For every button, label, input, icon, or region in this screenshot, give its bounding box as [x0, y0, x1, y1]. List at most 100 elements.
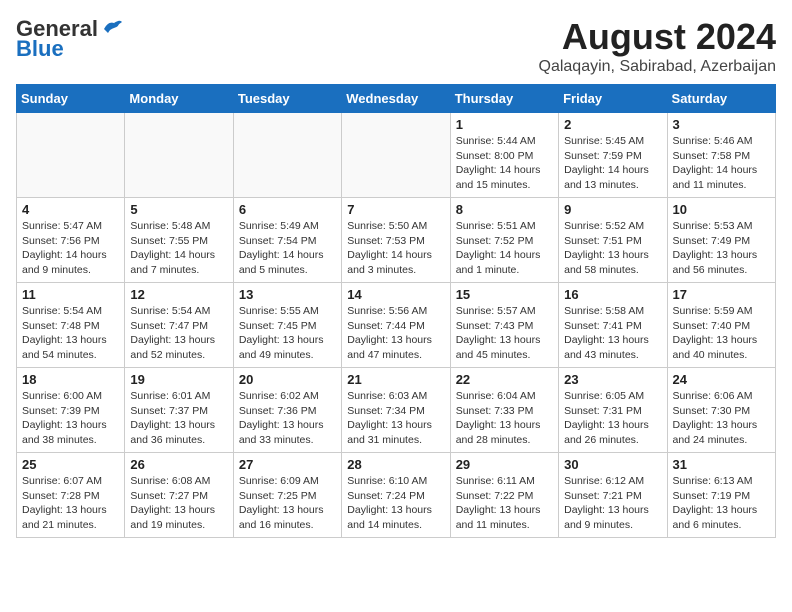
day-number: 8 [456, 202, 553, 217]
day-number: 18 [22, 372, 119, 387]
day-info-line: and 43 minutes. [564, 348, 661, 363]
day-info-line: Daylight: 14 hours [564, 163, 661, 178]
day-info-line: Sunrise: 6:06 AM [673, 389, 770, 404]
day-info-line: Sunrise: 5:53 AM [673, 219, 770, 234]
day-info-line: Daylight: 13 hours [564, 248, 661, 263]
calendar-cell: 25Sunrise: 6:07 AMSunset: 7:28 PMDayligh… [17, 453, 125, 538]
day-info-line: and 5 minutes. [239, 263, 336, 278]
day-info-line: Daylight: 13 hours [564, 333, 661, 348]
day-info-line: Sunrise: 5:54 AM [130, 304, 227, 319]
day-info-line: Sunrise: 6:00 AM [22, 389, 119, 404]
calendar-cell: 5Sunrise: 5:48 AMSunset: 7:55 PMDaylight… [125, 198, 233, 283]
calendar-cell: 29 Sunrise: 6:11 AMSunset: 7:22 PMDayligh… [450, 453, 558, 538]
day-number: 26 [130, 457, 227, 472]
day-info-line: Daylight: 13 hours [239, 333, 336, 348]
calendar-table: SundayMondayTuesdayWednesdayThursdayFrid… [16, 84, 776, 538]
calendar-cell: 7Sunrise: 5:50 AMSunset: 7:53 PMDaylight… [342, 198, 450, 283]
day-info-line: and 58 minutes. [564, 263, 661, 278]
calendar-cell: 15Sunrise: 5:57 AMSunset: 7:43 PMDayligh… [450, 283, 558, 368]
day-info-line: Sunset: 7:28 PM [22, 489, 119, 504]
day-info-line: and 21 minutes. [22, 518, 119, 533]
day-info-line: Sunrise: 6:04 AM [456, 389, 553, 404]
day-info-line: Sunset: 7:31 PM [564, 404, 661, 419]
day-info-line: Daylight: 13 hours [673, 418, 770, 433]
day-info-line: and 7 minutes. [130, 263, 227, 278]
calendar-cell: 27Sunrise: 6:09 AMSunset: 7:25 PMDayligh… [233, 453, 341, 538]
calendar-cell: 24Sunrise: 6:06 AMSunset: 7:30 PMDayligh… [667, 368, 775, 453]
day-info-line: and 52 minutes. [130, 348, 227, 363]
day-info-line: Daylight: 13 hours [456, 503, 553, 518]
day-info-line: Sunrise: 6:13 AM [673, 474, 770, 489]
calendar-week-row: 4Sunrise: 5:47 AMSunset: 7:56 PMDaylight… [17, 198, 776, 283]
calendar-cell: 2Sunrise: 5:45 AMSunset: 7:59 PMDaylight… [559, 113, 667, 198]
day-number: 16 [564, 287, 661, 302]
calendar-cell: 21Sunrise: 6:03 AMSunset: 7:34 PMDayligh… [342, 368, 450, 453]
day-info-line: Sunrise: 5:44 AM [456, 134, 553, 149]
weekday-header-wednesday: Wednesday [342, 85, 450, 113]
day-info-line: Daylight: 14 hours [239, 248, 336, 263]
day-info-line: Sunset: 7:41 PM [564, 319, 661, 334]
day-info-line: and 9 minutes. [564, 518, 661, 533]
day-number: 13 [239, 287, 336, 302]
day-info-line: Sunrise: 6:08 AM [130, 474, 227, 489]
day-info-line: Daylight: 13 hours [456, 418, 553, 433]
calendar-week-row: 25Sunrise: 6:07 AMSunset: 7:28 PMDayligh… [17, 453, 776, 538]
day-info-line: Sunrise: 6:05 AM [564, 389, 661, 404]
day-info-line: Sunset: 7:22 PM [456, 489, 553, 504]
day-info-line: Daylight: 14 hours [22, 248, 119, 263]
day-info-line: Daylight: 13 hours [564, 418, 661, 433]
day-info-line: and 26 minutes. [564, 433, 661, 448]
weekday-header-friday: Friday [559, 85, 667, 113]
day-info-line: Sunrise: 6:09 AM [239, 474, 336, 489]
day-number: 14 [347, 287, 444, 302]
day-info-line: Sunrise: 5:56 AM [347, 304, 444, 319]
calendar-cell: 12Sunrise: 5:54 AMSunset: 7:47 PMDayligh… [125, 283, 233, 368]
day-info-line: Daylight: 13 hours [130, 503, 227, 518]
day-info-line: and 11 minutes. [673, 178, 770, 193]
day-info-line: Sunset: 7:54 PM [239, 234, 336, 249]
calendar-cell: 11Sunrise: 5:54 AMSunset: 7:48 PMDayligh… [17, 283, 125, 368]
day-number: 27 [239, 457, 336, 472]
day-number: 15 [456, 287, 553, 302]
day-info-line: Daylight: 13 hours [347, 418, 444, 433]
day-info-line: and 13 minutes. [564, 178, 661, 193]
weekday-header-tuesday: Tuesday [233, 85, 341, 113]
day-info-line: Sunset: 7:47 PM [130, 319, 227, 334]
day-info-line: Sunrise: 6:11 AM [456, 474, 553, 489]
calendar-cell: 8Sunrise: 5:51 AMSunset: 7:52 PMDaylight… [450, 198, 558, 283]
calendar-cell [17, 113, 125, 198]
day-info-line: Sunrise: 6:07 AM [22, 474, 119, 489]
day-info-line: Sunset: 7:33 PM [456, 404, 553, 419]
day-info-line: Sunset: 7:51 PM [564, 234, 661, 249]
day-info-line: Sunset: 7:59 PM [564, 149, 661, 164]
day-info-line: Sunset: 7:34 PM [347, 404, 444, 419]
day-info-line: and 19 minutes. [130, 518, 227, 533]
day-number: 29 [456, 457, 553, 472]
day-info-line: and 31 minutes. [347, 433, 444, 448]
day-number: 9 [564, 202, 661, 217]
day-info-line: Sunset: 7:43 PM [456, 319, 553, 334]
calendar-cell [233, 113, 341, 198]
weekday-header-thursday: Thursday [450, 85, 558, 113]
calendar-cell: 3Sunrise: 5:46 AMSunset: 7:58 PMDaylight… [667, 113, 775, 198]
day-info-line: and 14 minutes. [347, 518, 444, 533]
day-info-line: Sunset: 7:21 PM [564, 489, 661, 504]
day-info-line: and 47 minutes. [347, 348, 444, 363]
day-info-line: and 49 minutes. [239, 348, 336, 363]
day-info-line: Sunset: 7:25 PM [239, 489, 336, 504]
day-number: 2 [564, 117, 661, 132]
logo: General Blue [16, 16, 122, 62]
calendar-cell: 9Sunrise: 5:52 AMSunset: 7:51 PMDaylight… [559, 198, 667, 283]
day-number: 19 [130, 372, 227, 387]
day-info-line: Sunrise: 6:10 AM [347, 474, 444, 489]
day-info-line: and 36 minutes. [130, 433, 227, 448]
calendar-cell: 31Sunrise: 6:13 AMSunset: 7:19 PMDayligh… [667, 453, 775, 538]
day-info-line: Sunrise: 5:49 AM [239, 219, 336, 234]
day-info-line: Daylight: 13 hours [22, 418, 119, 433]
day-info-line: and 38 minutes. [22, 433, 119, 448]
day-info-line: Daylight: 13 hours [22, 503, 119, 518]
day-info-line: and 9 minutes. [22, 263, 119, 278]
day-number: 24 [673, 372, 770, 387]
calendar-cell: 30Sunrise: 6:12 AMSunset: 7:21 PMDayligh… [559, 453, 667, 538]
day-info-line: Daylight: 13 hours [347, 503, 444, 518]
